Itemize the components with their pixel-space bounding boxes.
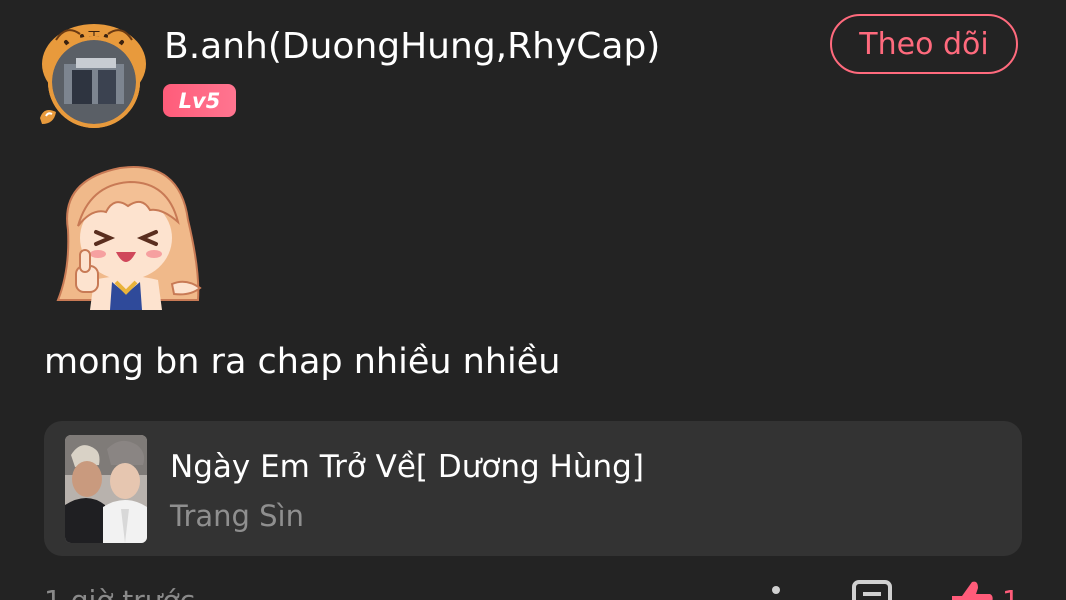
level-badge: Lv5 [163, 84, 236, 117]
anime-girl-thumbs-up-sticker-icon [56, 166, 202, 310]
two-men-photo-icon [65, 435, 147, 543]
comment-text: mong bn ra chap nhiều nhiều [44, 342, 561, 382]
song-thumbnail [65, 435, 147, 543]
more-options-icon[interactable] [764, 578, 788, 600]
sticker [50, 160, 210, 310]
song-card[interactable]: Ngày Em Trở Về[ Dương Hùng] Trang Sìn [44, 421, 1022, 556]
tiger-hat-avatar-icon: 王 [40, 24, 146, 128]
song-artist: Trang Sìn [170, 499, 304, 533]
reply-icon[interactable] [852, 578, 894, 600]
username[interactable]: B.anh(DuongHung,RhyCap) [164, 26, 660, 67]
comment-page: 王 B.anh(DuongHung,RhyCap) Lv5 Theo dõi [0, 0, 1066, 600]
follow-button[interactable]: Theo dõi [830, 14, 1018, 74]
like-icon[interactable] [946, 578, 996, 600]
song-title: Ngày Em Trở Về[ Dương Hùng] [170, 449, 644, 485]
avatar[interactable]: 王 [36, 20, 148, 132]
timestamp: 1 giờ trước [44, 584, 195, 600]
like-count: 1 [1002, 584, 1020, 600]
